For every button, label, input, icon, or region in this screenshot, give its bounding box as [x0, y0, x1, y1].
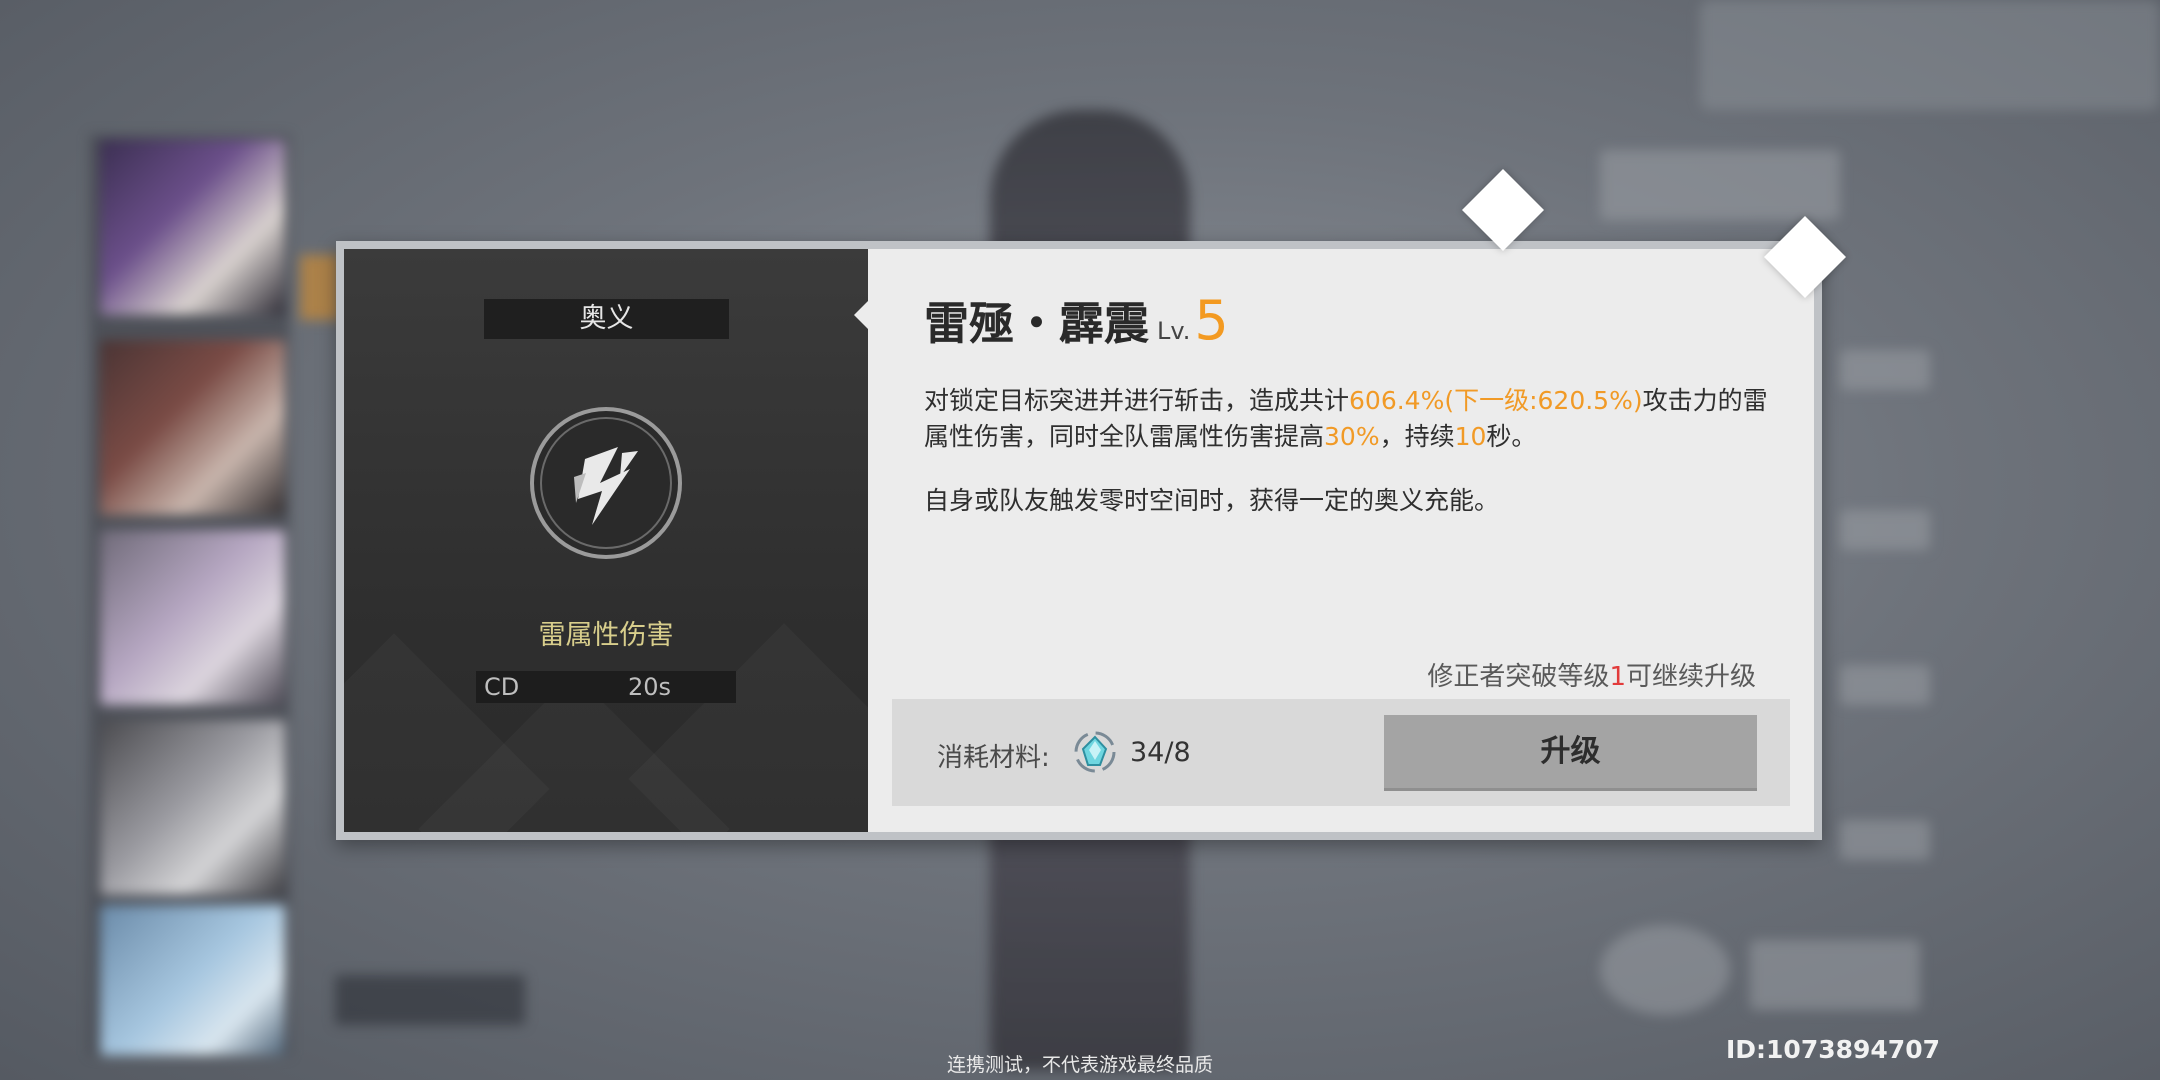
breakthrough-requirement: 修正者突破等级1可继续升级 [1427, 656, 1756, 693]
level-prefix: Lv. [1157, 317, 1191, 345]
character-portrait[interactable] [100, 905, 285, 1055]
upgrade-button[interactable]: 升级 [1384, 715, 1757, 788]
damage-bonus: 30% [1324, 422, 1380, 451]
skill-type-label: 奥义 [484, 299, 729, 339]
material-label: 消耗材料: [937, 743, 1050, 773]
panel-pointer [854, 299, 870, 331]
skill-summary-panel: 奥义 雷属性伤害 CD 20s [344, 249, 868, 832]
player-id: ID:1073894707 [1725, 1035, 1940, 1064]
background-blur-block [335, 975, 525, 1025]
cooldown-label: CD [484, 673, 520, 701]
element-damage-label: 雷属性伤害 [538, 620, 674, 651]
damage-multiplier: 606.4%(下一级:620.5%) [1349, 386, 1643, 415]
background-blur-block [1840, 665, 1930, 705]
material-count: 34/8 [1130, 737, 1191, 768]
background-blur-block [1840, 350, 1930, 390]
background-blur-block [1840, 510, 1930, 550]
cooldown-value: 20s [628, 673, 672, 701]
duration-value: 10 [1454, 422, 1487, 451]
description-text: 对锁定目标突进并进行斩击，造成共计 [924, 386, 1350, 415]
character-portrait[interactable] [100, 720, 285, 895]
character-portrait[interactable] [100, 340, 285, 515]
background-blur-block [1600, 925, 1730, 1015]
character-portrait[interactable] [100, 140, 285, 315]
background-blur-block [1840, 820, 1930, 860]
skill-title: 雷殛・霹震 Lv.5 [924, 287, 1229, 352]
description-text: ，持续 [1379, 422, 1455, 451]
background-blur-block [1600, 150, 1840, 220]
requirement-text: 可继续升级 [1625, 662, 1756, 692]
selected-character-marker [300, 255, 340, 320]
skill-name: 雷殛・霹震 [924, 297, 1150, 350]
background-blur-block [1700, 0, 2160, 110]
description-paragraph: 对锁定目标突进并进行斩击，造成共计606.4%(下一级:620.5%)攻击力的雷… [924, 383, 1784, 455]
skill-level: 5 [1194, 289, 1229, 352]
skill-detail-modal: 奥义 雷属性伤害 CD 20s 雷殛・霹震 Lv.5 对锁定目标突进并进行斩击，造… [336, 241, 1822, 840]
requirement-level: 1 [1609, 662, 1626, 692]
cooldown-bar: CD 20s [476, 671, 736, 703]
character-portrait[interactable] [100, 530, 285, 705]
crystal-material-icon[interactable] [1070, 727, 1120, 777]
upgrade-bar: 消耗材料: 34/8 升级 [892, 699, 1790, 806]
description-text: 秒。 [1486, 422, 1537, 451]
panel-decoration [628, 623, 868, 832]
skill-detail-panel: 雷殛・霹震 Lv.5 对锁定目标突进并进行斩击，造成共计606.4%(下一级:62… [854, 249, 1814, 832]
background-blur-block [1750, 940, 1920, 1010]
requirement-text: 修正者突破等级 [1427, 662, 1610, 692]
description-paragraph: 自身或队友触发零时空间时，获得一定的奥义充能。 [924, 486, 1500, 515]
skill-description: 对锁定目标突进并进行斩击，造成共计606.4%(下一级:620.5%)攻击力的雷… [924, 383, 1784, 547]
thunder-slash-icon [530, 407, 682, 559]
